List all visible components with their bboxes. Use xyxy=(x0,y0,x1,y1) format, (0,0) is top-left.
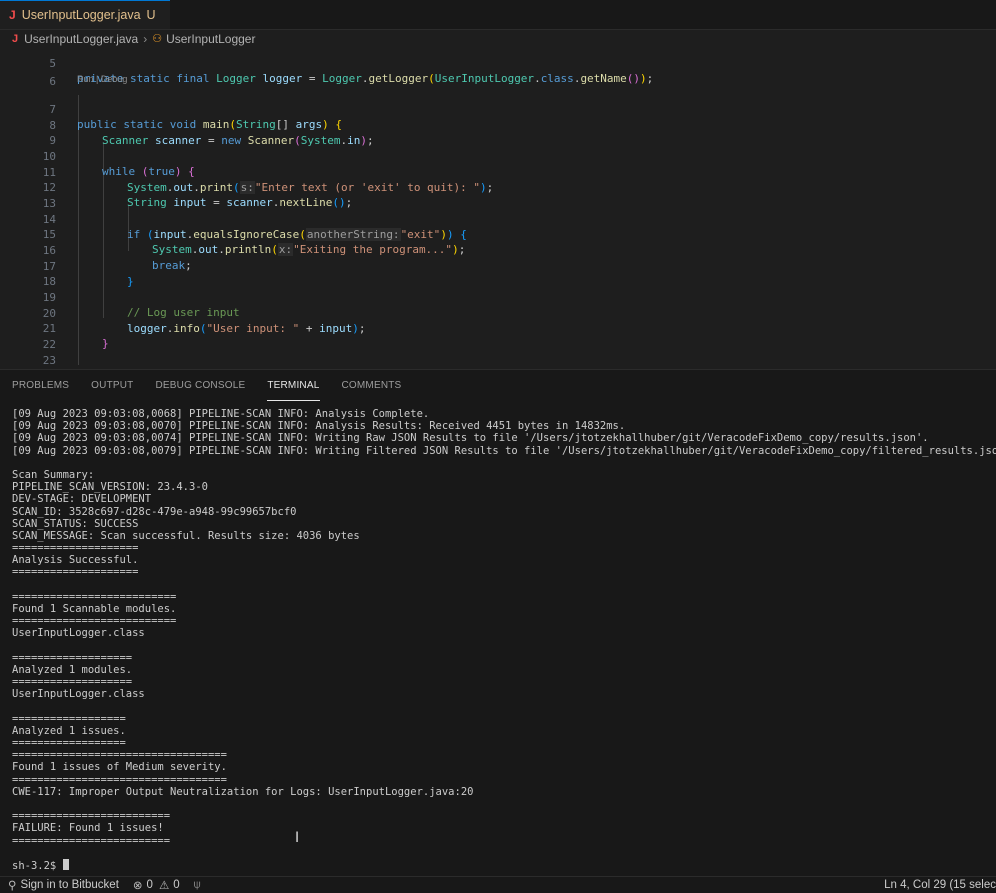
code-line: 12 String input = scanner.nextLine(); xyxy=(42,180,353,210)
terminal-line: Analysis Successful. xyxy=(12,554,139,567)
terminal-line: ========================= xyxy=(12,810,171,823)
problems-summary[interactable]: ⊗ 0 ⚠ 0 xyxy=(133,878,180,892)
terminal-line: ================== xyxy=(12,712,126,725)
terminal-line: SCAN_ID: 3528c697-d28c-479e-a948-99c9965… xyxy=(12,505,297,518)
code-editor[interactable]: 5 private static final Logger logger = L… xyxy=(0,47,996,368)
git-untracked-badge: U xyxy=(146,8,156,22)
code-line: 15 System.out.println(x:"Exiting the pro… xyxy=(42,227,466,257)
terminal-line: =================== xyxy=(12,676,133,689)
tab-filename: UserInputLogger.java xyxy=(21,8,141,22)
terminal-line: SCAN_STATUS: SUCCESS xyxy=(12,517,139,530)
terminal-line: Found 1 issues of Medium severity. xyxy=(12,761,227,774)
terminal-line: UserInputLogger.class xyxy=(12,688,145,701)
tab-comments[interactable]: COMMENTS xyxy=(342,370,402,401)
java-file-icon: J xyxy=(9,8,16,22)
java-file-icon: J xyxy=(12,32,19,45)
bitbucket-signin[interactable]: ⚲ Sign in to Bitbucket xyxy=(8,878,119,892)
terminal-line: ========================== xyxy=(12,590,177,603)
terminal-output[interactable]: [09 Aug 2023 09:03:08,0068] PIPELINE-SCA… xyxy=(12,408,996,872)
code-line: 19 // Log user input xyxy=(42,290,240,320)
terminal-line: ========================= xyxy=(12,834,171,847)
code-line: 10 while (true) { xyxy=(42,149,195,179)
status-bar: ⚲ Sign in to Bitbucket ⊗ 0 ⚠ 0 ⍦ Ln 4, C… xyxy=(0,876,996,893)
code-line: 11 System.out.print(s:"Enter text (or 'e… xyxy=(42,165,494,195)
terminal-line: CWE-117: Improper Output Neutralization … xyxy=(12,785,474,798)
code-line: 18 xyxy=(42,274,56,288)
terminal-line: sh-3.2$ xyxy=(12,858,992,872)
class-symbol-icon: ⚇ xyxy=(152,33,163,45)
terminal-line: [09 Aug 2023 09:03:08,0070] PIPELINE-SCA… xyxy=(12,420,626,433)
code-line: 23 scanner.close(); xyxy=(42,353,56,367)
breadcrumb-file[interactable]: UserInputLogger.java xyxy=(24,32,138,46)
terminal-line: ================== xyxy=(12,737,126,750)
terminal-cursor xyxy=(62,858,69,870)
terminal-line: ========================== xyxy=(12,615,177,628)
panel-tab-bar: PROBLEMS OUTPUT DEBUG CONSOLE TERMINAL C… xyxy=(0,370,996,401)
code-line: 9 xyxy=(49,133,56,147)
bottom-panel: PROBLEMS OUTPUT DEBUG CONSOLE TERMINAL C… xyxy=(0,369,996,877)
terminal-line: Found 1 Scannable modules. xyxy=(12,603,177,615)
account-icon: ⚲ xyxy=(8,880,17,892)
terminal-line: DEV-STAGE: DEVELOPMENT xyxy=(12,493,152,506)
terminal-line: ================================== xyxy=(12,773,227,786)
code-line: 14 if (input.equalsIgnoreCase(anotherStr… xyxy=(42,212,467,242)
terminal-line: Analyzed 1 modules. xyxy=(12,663,133,676)
breadcrumb-class[interactable]: UserInputLogger xyxy=(166,32,255,46)
terminal-line: PIPELINE_SCAN_VERSION: 23.4.3-0 xyxy=(12,481,208,494)
chevron-right-icon: › xyxy=(143,31,148,46)
code-line: 22 xyxy=(42,337,56,351)
terminal-line: [09 Aug 2023 09:03:08,0068] PIPELINE-SCA… xyxy=(12,408,430,420)
code-line: 16 break; xyxy=(42,243,192,273)
code-line: 6 xyxy=(49,74,56,88)
code-line: 13 xyxy=(42,196,56,210)
terminal-line: [09 Aug 2023 09:03:08,0079] PIPELINE-SCA… xyxy=(12,444,996,457)
terminal-line: UserInputLogger.class xyxy=(12,627,145,640)
terminal-line: =================== xyxy=(12,651,133,664)
tab-problems[interactable]: PROBLEMS xyxy=(12,370,69,401)
breadcrumb: J UserInputLogger.java › ⚇ UserInputLogg… xyxy=(0,30,996,47)
terminal-line: ==================== xyxy=(12,566,139,579)
tab-terminal[interactable]: TERMINAL xyxy=(267,370,320,401)
terminal-line: ==================== xyxy=(12,542,139,555)
code-line: 17 } xyxy=(42,259,134,289)
error-icon: ⊗ xyxy=(132,880,143,892)
cursor-position[interactable]: Ln 4, Col 29 (15 selec xyxy=(884,879,996,891)
warning-icon: ⚠ xyxy=(158,880,170,892)
terminal-line: ================================== xyxy=(12,749,227,762)
broadcast-icon[interactable]: ⍦ xyxy=(194,879,201,892)
terminal-line: Analyzed 1 issues. xyxy=(12,724,126,737)
terminal-line: SCAN_MESSAGE: Scan successful. Results s… xyxy=(12,529,360,542)
editor-tab-bar: J UserInputLogger.java U xyxy=(0,0,996,30)
tab-debug-console[interactable]: DEBUG CONSOLE xyxy=(155,370,245,401)
code-line: 5 private static final Logger logger = L… xyxy=(49,56,654,86)
tab-output[interactable]: OUTPUT xyxy=(91,370,133,401)
tab-userinputlogger-java[interactable]: J UserInputLogger.java U xyxy=(0,0,170,29)
terminal-line: [09 Aug 2023 09:03:08,0074] PIPELINE-SCA… xyxy=(12,432,929,445)
code-line: 20 logger.info("User input: " + input); xyxy=(42,306,366,336)
code-line: 21 } xyxy=(42,321,109,351)
terminal-line: Scan Summary: xyxy=(12,468,95,481)
terminal-line: FAILURE: Found 1 issues! xyxy=(12,822,164,835)
code-line: 24 } xyxy=(0,352,996,368)
code-line: 7 public static void main(String[] args)… xyxy=(49,102,342,132)
text-cursor-icon: I xyxy=(295,830,300,846)
status-right: Ln 4, Col 29 (15 selec xyxy=(884,877,996,893)
run-debug-codelens[interactable]: Run | Debug xyxy=(77,74,127,84)
code-line: 8 Scanner scanner = new Scanner(System.i… xyxy=(49,118,374,148)
